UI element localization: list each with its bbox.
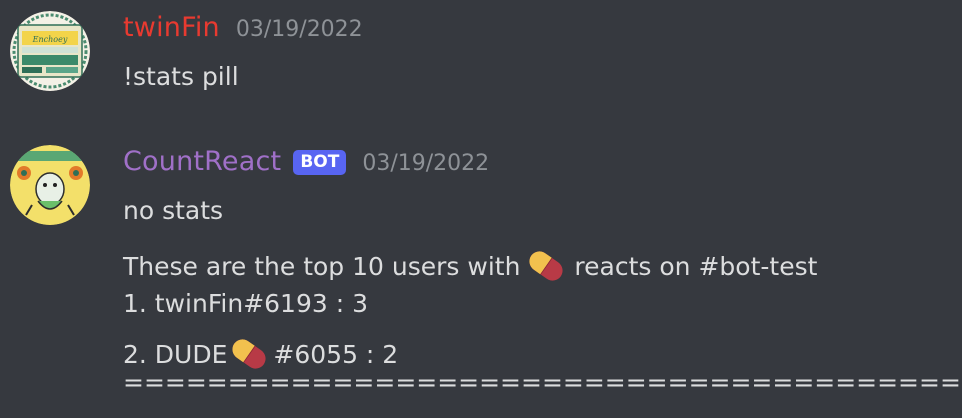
svg-text:Enchoey: Enchoey (32, 35, 68, 44)
message-header: twinFin 03/19/2022 (123, 12, 363, 43)
cat-fish-avatar-icon (10, 145, 90, 225)
message-text-part: 2. DUDE (123, 339, 228, 369)
message-text: no stats (123, 196, 224, 225)
message-text: !stats pill (123, 62, 239, 91)
username[interactable]: CountReact (123, 146, 281, 177)
avatar[interactable]: Enchoey (10, 11, 90, 91)
separator-line: ========================================… (123, 368, 962, 397)
message-text-part: reacts on #bot-test (574, 251, 818, 281)
avatar[interactable] (10, 145, 90, 225)
message-text: 1. twinFin#6193 : 3 (123, 289, 368, 318)
message: CountReact BOT 03/19/2022 no stats These… (0, 128, 962, 418)
message: Enchoey twinFin 03/19/2022 !stats pill (0, 0, 962, 120)
enchanted-logo-icon: Enchoey (10, 11, 90, 91)
timestamp: 03/19/2022 (235, 17, 363, 42)
message-text: These are the top 10 users with reacts o… (123, 244, 817, 288)
pill-emoji-icon (524, 244, 568, 288)
username[interactable]: twinFin (123, 12, 220, 43)
bot-tag-badge: BOT (293, 150, 347, 175)
message-header: CountReact BOT 03/19/2022 (123, 146, 489, 178)
message-text-part: #6055 : 2 (273, 339, 399, 369)
message-text-part: These are the top 10 users with (123, 251, 521, 281)
chat-area: Enchoey twinFin 03/19/2022 !stats pill C… (0, 0, 962, 418)
timestamp: 03/19/2022 (362, 151, 490, 176)
